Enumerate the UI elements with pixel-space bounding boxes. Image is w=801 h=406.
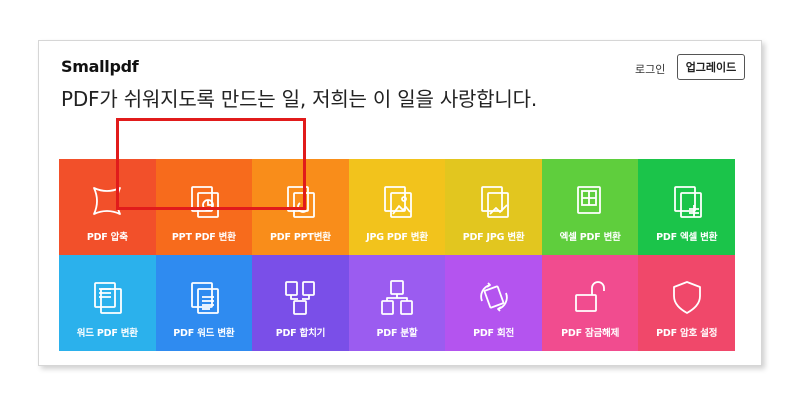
excel-to-pdf-icon [570, 181, 610, 221]
login-link[interactable]: 로그인 [635, 61, 665, 77]
upgrade-button[interactable]: 업그레이드 [677, 54, 745, 80]
tool-label: PDF JPG 변환 [462, 232, 525, 243]
tool-unlock[interactable]: PDF 잠금해제 [541, 255, 639, 351]
tool-label: PDF 잠금해제 [561, 328, 620, 339]
tool-label: PDF 암호 설정 [656, 328, 718, 339]
tool-compress[interactable]: PDF 압축 [59, 159, 156, 255]
tool-excel-to-pdf[interactable]: 엑셀 PDF 변환 [541, 159, 639, 255]
tool-pdf-to-word[interactable]: PDF 워드 변환 [155, 255, 253, 351]
tool-label: PDF 합치기 [275, 328, 326, 339]
split-icon [377, 277, 417, 317]
merge-icon [280, 277, 320, 317]
tool-label: PDF 엑셀 변환 [656, 232, 718, 243]
app-frame: Smallpdf PDF가 쉬워지도록 만드는 일, 저희는 이 일을 사랑합니… [38, 40, 762, 366]
pdf-to-word-icon [184, 277, 224, 317]
unlock-icon [570, 277, 610, 317]
tool-label: PDF 압축 [86, 232, 128, 243]
pdf-to-excel-icon [667, 181, 707, 221]
tool-grid: PDF 압축 PPT PDF 변환 PDF PPT변환 JPG PDF 변환 P… [59, 159, 735, 351]
tool-jpg-to-pdf[interactable]: JPG PDF 변환 [348, 159, 446, 255]
rotate-icon [474, 277, 514, 317]
jpg-to-pdf-icon [377, 181, 417, 221]
tool-pdf-to-excel[interactable]: PDF 엑셀 변환 [638, 159, 735, 255]
tool-label: PDF 워드 변환 [173, 328, 235, 339]
tool-label: PDF 분할 [376, 328, 418, 339]
tool-label: JPG PDF 변환 [366, 232, 428, 243]
protect-icon [667, 277, 707, 317]
tool-ppt-to-pdf[interactable]: PPT PDF 변환 [155, 159, 253, 255]
tool-rotate[interactable]: PDF 회전 [445, 255, 542, 351]
word-to-pdf-icon [87, 277, 127, 317]
tool-pdf-to-ppt[interactable]: PDF PPT변환 [252, 159, 349, 255]
smallpdf-logo[interactable]: Smallpdf [61, 57, 139, 76]
tool-pdf-to-jpg[interactable]: PDF JPG 변환 [445, 159, 542, 255]
tool-split[interactable]: PDF 분할 [348, 255, 446, 351]
pdf-to-ppt-icon [280, 181, 320, 221]
pdf-to-jpg-icon [474, 181, 514, 221]
tool-protect[interactable]: PDF 암호 설정 [638, 255, 735, 351]
tool-merge[interactable]: PDF 합치기 [252, 255, 349, 351]
ppt-to-pdf-icon [184, 181, 224, 221]
tool-label: PDF 회전 [473, 328, 515, 339]
tool-label: 워드 PDF 변환 [76, 328, 138, 339]
tool-label: 엑셀 PDF 변환 [559, 232, 621, 243]
tool-label: PDF PPT변환 [270, 232, 331, 243]
page-headline: PDF가 쉬워지도록 만드는 일, 저희는 이 일을 사랑합니다. [61, 87, 537, 111]
compress-icon [87, 181, 127, 221]
tool-label: PPT PDF 변환 [171, 232, 236, 243]
tool-word-to-pdf[interactable]: 워드 PDF 변환 [59, 255, 156, 351]
